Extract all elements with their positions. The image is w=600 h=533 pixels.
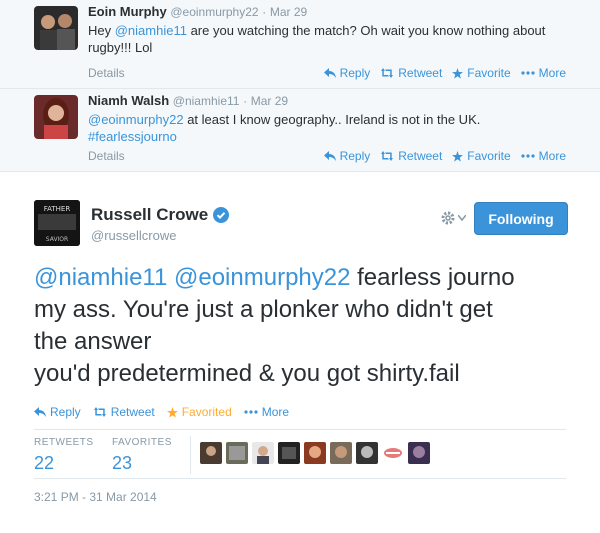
avatar-text-bottom: SAVIOR [46,236,68,243]
star-icon [452,67,464,79]
favorites-stat[interactable]: FAVORITES 23 [112,437,172,474]
tweet-text: @eoinmurphy22 at least I know geography.… [88,112,481,144]
main-avatar[interactable]: FATHER SAVIOR [34,200,80,246]
main-author-handle[interactable]: @russellcrowe [91,228,176,243]
retweets-stat[interactable]: RETWEETS 22 [34,437,94,474]
reply-icon [323,68,336,78]
hashtag-link[interactable]: #fearlessjourno [88,129,177,144]
divider [34,429,566,430]
avatar[interactable] [330,442,352,464]
author-handle[interactable]: @niamhie11 [173,94,240,108]
avatar[interactable] [408,442,430,464]
avatar-text-top: FATHER [44,205,71,213]
favorites-count: 23 [112,453,133,473]
author-handle[interactable]: @eoinmurphy22 [170,5,258,19]
mention-link[interactable]: @eoinmurphy22 [174,264,350,291]
retweet-icon [93,407,106,417]
main-tweet-actions: Reply Retweet Favorited More [34,405,289,419]
divider [190,436,191,474]
chevron-down-icon [458,215,466,221]
main-author-name[interactable]: Russell Crowe [91,205,230,225]
divider [34,478,566,479]
more-dots-icon [521,154,535,158]
reply-button[interactable]: Reply [323,66,370,80]
details-link[interactable]: Details [88,149,125,163]
favorited-button[interactable]: Favorited [166,405,232,419]
avatar[interactable] [382,442,404,464]
more-button[interactable]: More [244,405,289,419]
mention-link[interactable]: @niamhie11 [115,23,187,38]
reply-button[interactable]: Reply [323,149,370,163]
main-tweet-text: @niamhie11 @eoinmurphy22 fearless journo… [34,264,515,387]
favorites-label: FAVORITES [112,437,172,448]
following-button[interactable]: Following [474,202,568,235]
mention-link[interactable]: @eoinmurphy22 [88,112,184,127]
retweet-icon [381,68,394,78]
retweet-button[interactable]: Retweet [93,405,155,419]
retweet-button[interactable]: Retweet [380,149,442,163]
favorite-button[interactable]: Favorite [452,66,511,80]
mention-link[interactable]: @niamhie11 [34,264,167,291]
avatar[interactable] [356,442,378,464]
reply-button[interactable]: Reply [34,405,81,419]
favoriters-avatars [200,442,430,464]
avatar[interactable] [200,442,222,464]
retweet-button[interactable]: Retweet [380,66,442,80]
avatar[interactable] [252,442,274,464]
retweets-count: 22 [34,453,55,473]
reply-icon [323,151,336,161]
avatar[interactable] [34,95,78,139]
tweet-date[interactable]: Mar 29 [270,5,307,19]
retweet-icon [381,151,394,161]
more-button[interactable]: More [521,149,566,163]
avatar[interactable] [304,442,326,464]
reply-tweet-2: Niamh Walsh @niamhie11 · Mar 29 @eoinmur… [0,89,600,172]
reply-icon [34,407,46,417]
tweet-timestamp[interactable]: 3:21 PM - 31 Mar 2014 [34,490,157,504]
avatar[interactable] [34,6,78,50]
avatar[interactable] [226,442,248,464]
star-icon [452,150,464,162]
reply-tweet-1: Eoin Murphy @eoinmurphy22 · Mar 29 Hey @… [0,0,600,89]
author-name[interactable]: Niamh Walsh [88,93,169,108]
tweet-date[interactable]: Mar 29 [251,94,288,108]
more-dots-icon [244,410,258,414]
more-dots-icon [521,71,535,75]
author-name[interactable]: Eoin Murphy [88,4,167,19]
details-link[interactable]: Details [88,66,125,80]
gear-icon [441,211,455,225]
favorite-button[interactable]: Favorite [452,149,511,163]
star-icon [166,406,178,418]
tweet-text: Hey @niamhie11 are you watching the matc… [88,23,546,55]
avatar[interactable] [278,442,300,464]
retweets-label: RETWEETS [34,437,94,448]
verified-badge-icon [213,207,230,223]
separator: · [243,94,248,108]
more-button[interactable]: More [521,66,566,80]
separator: · [262,5,267,19]
user-actions-menu[interactable] [440,210,466,226]
